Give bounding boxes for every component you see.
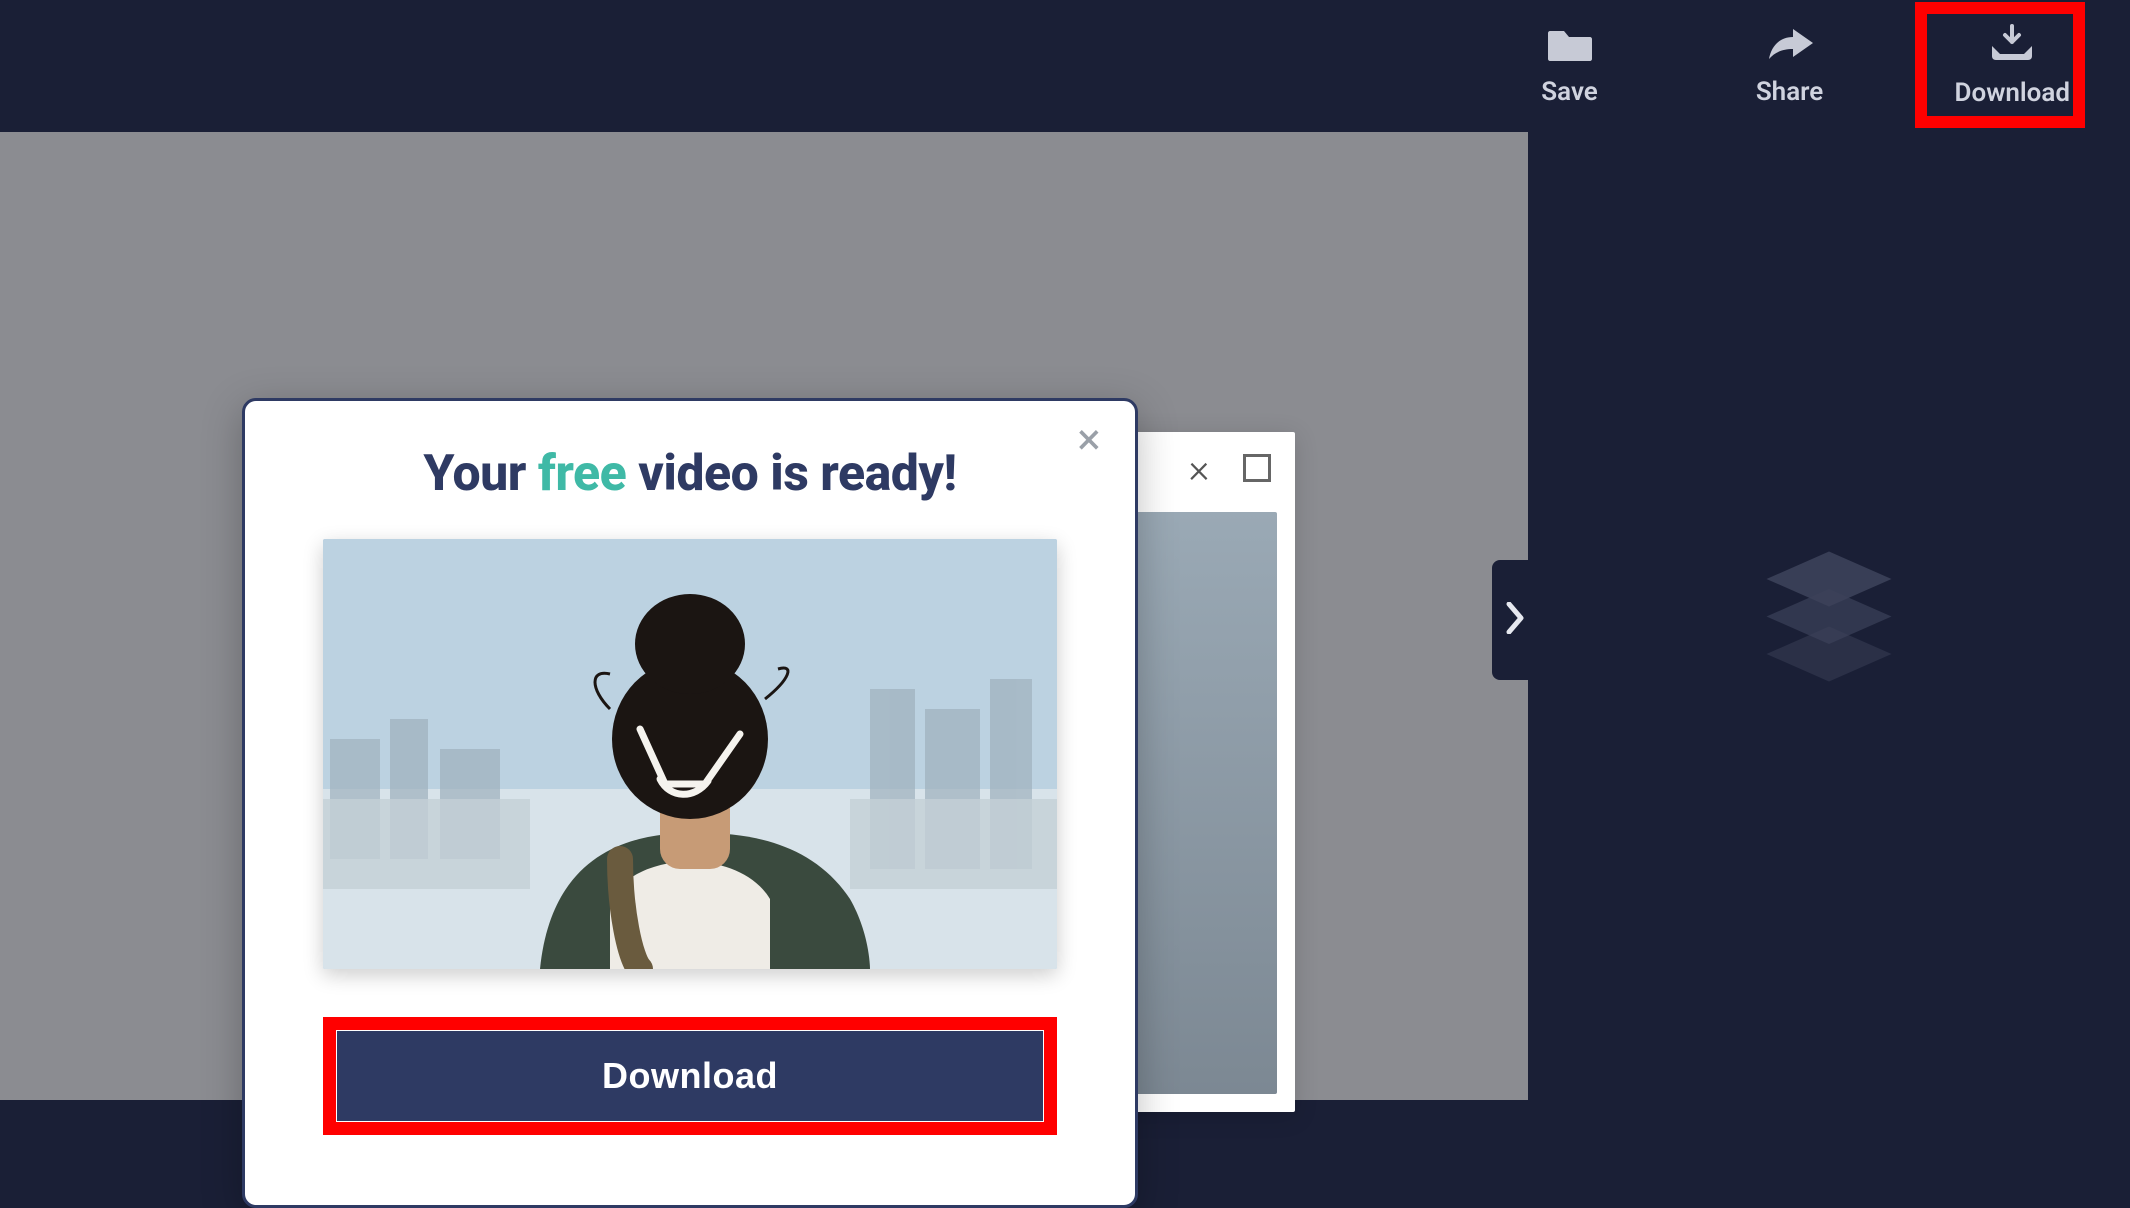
modal-download-button[interactable]: Download (337, 1031, 1043, 1121)
download-button[interactable]: Download (1955, 16, 2070, 116)
modal-title-emph: free (538, 445, 626, 503)
chevron-right-icon (1505, 602, 1525, 638)
download-ready-modal: × Your free video is ready! (242, 398, 1138, 1208)
share-button[interactable]: Share (1735, 16, 1845, 116)
download-label: Download (1955, 78, 2070, 108)
modal-download-button-container: Download (323, 1017, 1057, 1135)
top-toolbar: Save Share Download (0, 0, 2130, 132)
modal-close-button[interactable]: × (1069, 419, 1109, 459)
modal-title-post: video is ready! (626, 445, 956, 503)
subwindow-close-icon[interactable]: × (1181, 450, 1217, 486)
save-button[interactable]: Save (1515, 16, 1625, 116)
modal-title: Your free video is ready! (323, 445, 1057, 503)
modal-title-pre: Your (423, 445, 537, 503)
save-label: Save (1541, 77, 1598, 107)
share-arrow-icon (1765, 25, 1815, 67)
layers-icon[interactable] (1754, 539, 1904, 693)
panel-collapse-toggle[interactable] (1492, 560, 1538, 680)
download-tray-icon (1988, 24, 2036, 68)
canvas-area: × × Your free video is ready! (0, 132, 1528, 1100)
modal-video-thumbnail (323, 539, 1057, 969)
share-label: Share (1756, 77, 1823, 107)
subwindow-maximize-icon[interactable] (1243, 454, 1271, 482)
right-side-panel (1528, 132, 2130, 1100)
folder-icon (1546, 25, 1594, 67)
